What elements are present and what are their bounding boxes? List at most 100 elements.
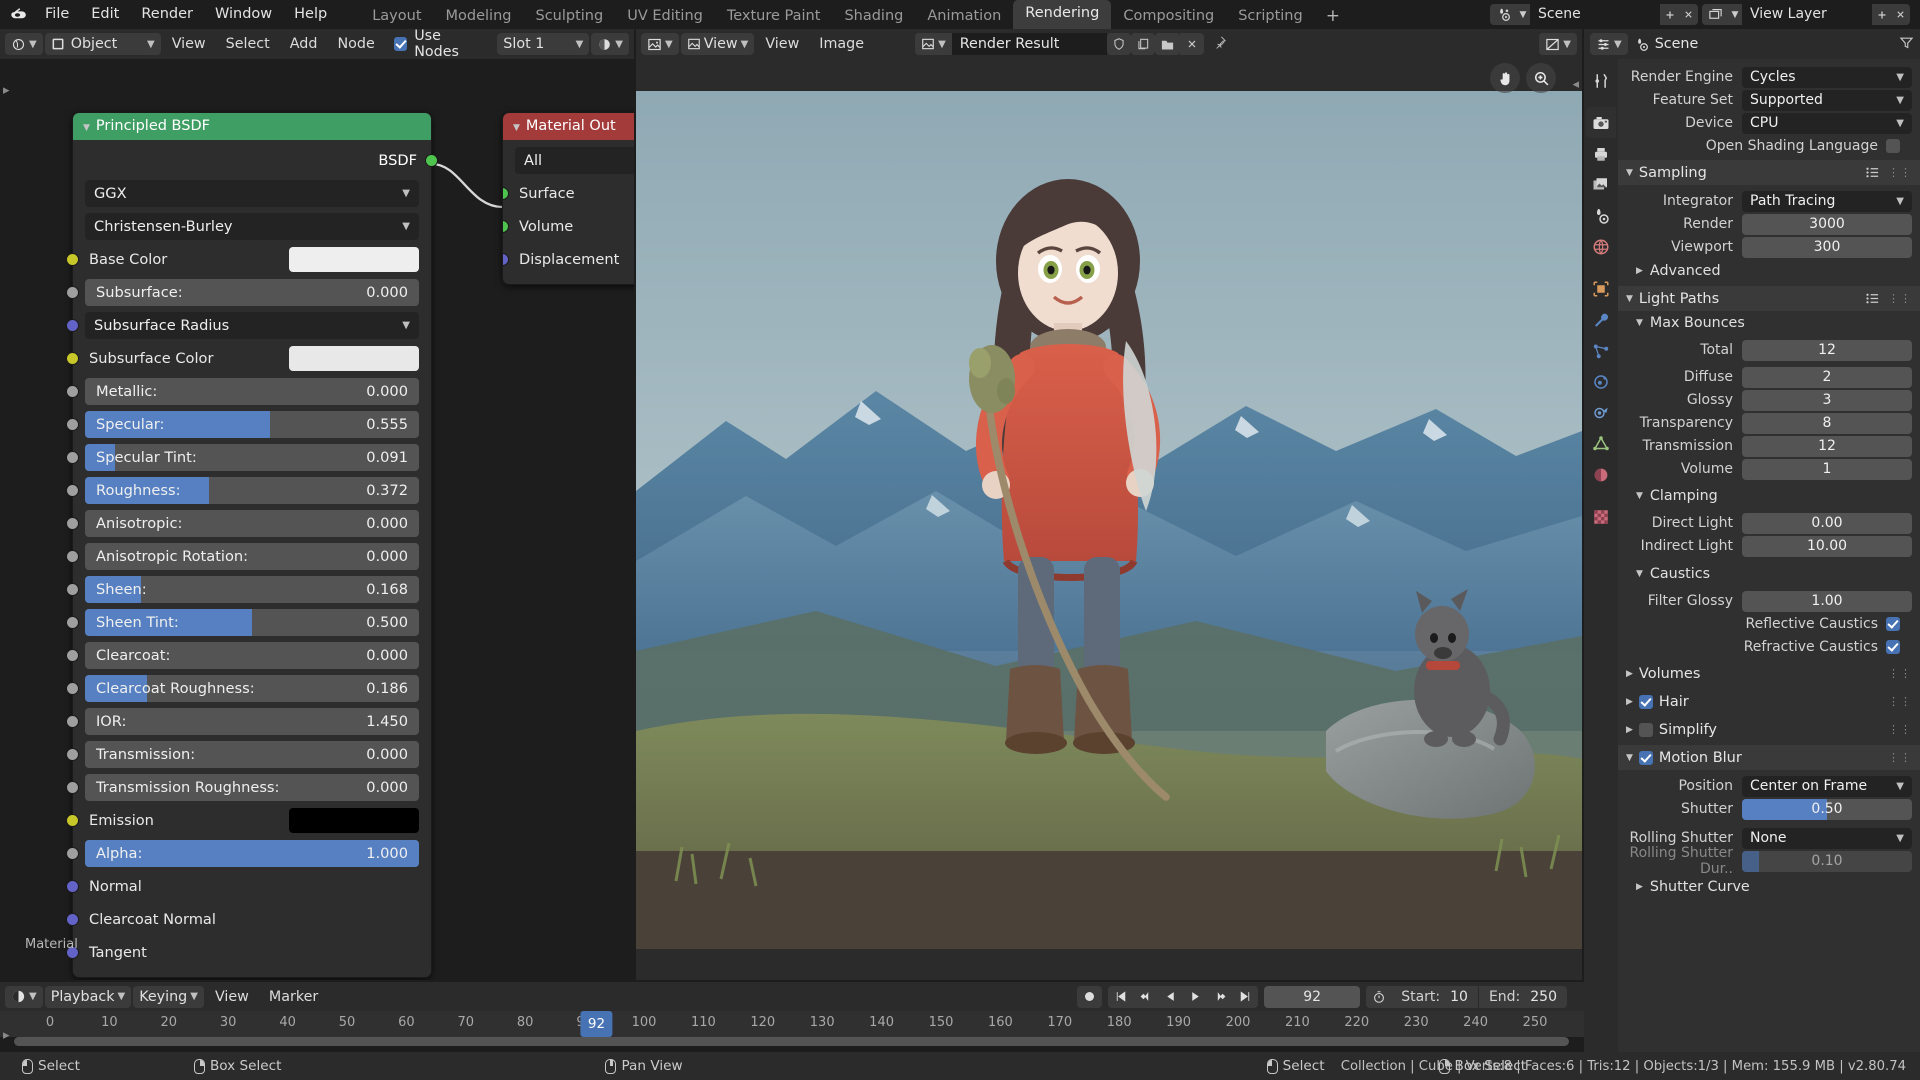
start-frame-field[interactable]: Start: 10 [1391,986,1478,1008]
menu-edit[interactable]: Edit [80,0,130,29]
socket-specular[interactable] [66,418,79,431]
light-paths-preset-icon[interactable] [1865,291,1880,306]
scene-browse-caret[interactable]: ▼ [1516,4,1530,25]
socket-clearcoat-normal[interactable] [66,913,79,926]
add-workspace-button[interactable]: + [1315,4,1351,29]
material-sphere-icon[interactable]: ▼ [591,33,629,55]
view-layer-name-field[interactable]: View Layer [1742,4,1872,25]
fake-user-shield-icon[interactable] [1107,33,1131,55]
hair-grip[interactable]: ⋮⋮ [1888,699,1912,705]
new-view-layer-button[interactable] [1872,4,1891,25]
properties-tab-object-data[interactable] [1586,428,1616,459]
play-button[interactable] [1183,986,1208,1008]
socket-specular-tint[interactable] [66,451,79,464]
socket-clearcoat[interactable] [66,649,79,662]
node-material-output[interactable]: ▼Material Out All SurfaceVolumeDisplacem… [502,112,634,285]
image-menu-view[interactable]: View [756,33,808,55]
simplify-section-header[interactable]: ▶ Simplify ⋮⋮ [1618,717,1920,742]
distribution-dropdown[interactable]: GGX▼ [85,180,419,207]
render-samples-field[interactable]: 3000 [1742,214,1912,235]
bounce-field-volume[interactable]: 1 [1742,459,1912,480]
workspace-tab-rendering[interactable]: Rendering [1013,0,1111,29]
socket-clearcoat-roughness[interactable] [66,682,79,695]
volumes-grip[interactable]: ⋮⋮ [1888,671,1912,677]
play-reverse-button[interactable] [1158,986,1183,1008]
record-button[interactable] [1077,986,1102,1008]
filter-icon[interactable] [1899,35,1914,54]
socket-subsurface-color[interactable] [66,352,79,365]
editor-type-button[interactable]: ▼ [5,33,43,55]
socket-sheen-tint[interactable] [66,616,79,629]
workspace-tab-texture-paint[interactable]: Texture Paint [715,4,833,29]
node-toolbar-expand-arrow[interactable]: ▸ [3,83,10,98]
workspace-tab-shading[interactable]: Shading [832,4,915,29]
image-editor-mode-selector[interactable]: View▼ [681,33,755,55]
target-dropdown[interactable]: All [515,147,634,174]
sampling-section-header[interactable]: ▼Sampling ⋮⋮ [1618,160,1920,185]
workspace-tab-layout[interactable]: Layout [360,4,433,29]
shutter-curve-subsection[interactable]: ▶Shutter Curve [1618,875,1920,899]
workspace-tab-sculpting[interactable]: Sculpting [523,4,615,29]
timeline-playhead[interactable]: 92 [581,1011,612,1037]
jump-to-start-button[interactable] [1108,986,1133,1008]
timeline-menu-marker[interactable]: Marker [260,986,327,1008]
mb-position-dropdown[interactable]: Center on Frame▼ [1742,776,1912,797]
use-nodes-toggle[interactable]: Use Nodes [394,28,488,60]
socket-alpha[interactable] [66,847,79,860]
scene-name-field[interactable]: Scene [1530,4,1660,25]
properties-tab-physics[interactable] [1586,366,1616,397]
image-canvas[interactable]: ◂ [636,59,1582,980]
color-swatch-base-color[interactable] [289,247,419,272]
socket-subsurface-radius[interactable] [66,319,79,332]
socket-subsurface[interactable] [66,286,79,299]
workspace-tab-uv-editing[interactable]: UV Editing [615,4,715,29]
new-scene-button[interactable] [1660,4,1679,25]
pin-icon[interactable] [1204,35,1235,54]
integrator-dropdown[interactable]: Path Tracing▼ [1742,191,1912,212]
node-canvas[interactable]: ▼Principled BSDF BSDF GGX▼ Christensen-B… [0,59,634,980]
socket-surface[interactable] [502,187,509,200]
properties-tab-world[interactable] [1586,231,1616,262]
next-keyframe-button[interactable] [1208,986,1233,1008]
socket-normal[interactable] [66,880,79,893]
simplify-grip[interactable]: ⋮⋮ [1888,727,1912,733]
timeline-menu-keying[interactable]: Keying▼ [133,986,204,1008]
timeline-menu-playback[interactable]: Playback▼ [45,986,132,1008]
scene-datablock[interactable]: ▼ Scene [1490,4,1698,25]
slider-anisotropic[interactable]: Anisotropic:0.000 [85,510,419,537]
slider-specular-tint[interactable]: Specular Tint:0.091 [85,444,419,471]
bounce-field-transparency[interactable]: 8 [1742,413,1912,434]
close-image-icon[interactable] [1180,33,1204,55]
material-slot-selector[interactable]: Slot 1▼ [497,33,589,55]
caustics-subsection[interactable]: ▼Caustics [1618,562,1920,586]
slider-ior[interactable]: IOR:1.450 [85,708,419,735]
properties-tab-scene[interactable] [1586,200,1616,231]
folder-icon[interactable] [1155,33,1180,55]
motion-blur-section-header[interactable]: ▼ Motion Blur ⋮⋮ [1618,745,1920,770]
slider-alpha[interactable]: Alpha:1.000 [85,840,419,867]
shader-type-selector[interactable]: Object ▼ [45,33,161,55]
image-sidebar-expand-arrow[interactable]: ◂ [1572,77,1579,92]
workspace-tab-compositing[interactable]: Compositing [1111,4,1226,29]
properties-tab-material[interactable] [1586,459,1616,490]
color-swatch-emission[interactable] [289,808,419,833]
view-layer-browse-caret[interactable]: ▼ [1728,4,1742,25]
current-frame-field[interactable]: 92 [1264,986,1360,1008]
advanced-subsection[interactable]: ▶Advanced [1618,259,1920,283]
node-menu-view[interactable]: View [163,33,215,55]
socket-sheen[interactable] [66,583,79,596]
slider-roughness[interactable]: Roughness:0.372 [85,477,419,504]
socket-transmission[interactable] [66,748,79,761]
end-frame-field[interactable]: End: 250 [1478,986,1567,1008]
subsurface-method-dropdown[interactable]: Christensen-Burley▼ [85,213,419,240]
slider-sheen-tint[interactable]: Sheen Tint:0.500 [85,609,419,636]
slider-transmission[interactable]: Transmission:0.000 [85,741,419,768]
properties-tab-tool[interactable] [1586,65,1616,96]
use-nodes-checkbox[interactable] [394,37,407,51]
timeline-ruler[interactable]: 0102030405060708090100110120130140150160… [0,1011,1584,1037]
node-principled-bsdf[interactable]: ▼Principled BSDF BSDF GGX▼ Christensen-B… [72,112,432,978]
slider-clearcoat[interactable]: Clearcoat:0.000 [85,642,419,669]
clamp-field-direct-light[interactable]: 0.00 [1742,513,1912,534]
properties-tab-constraints[interactable] [1586,397,1616,428]
duplicate-icon[interactable] [1131,33,1155,55]
